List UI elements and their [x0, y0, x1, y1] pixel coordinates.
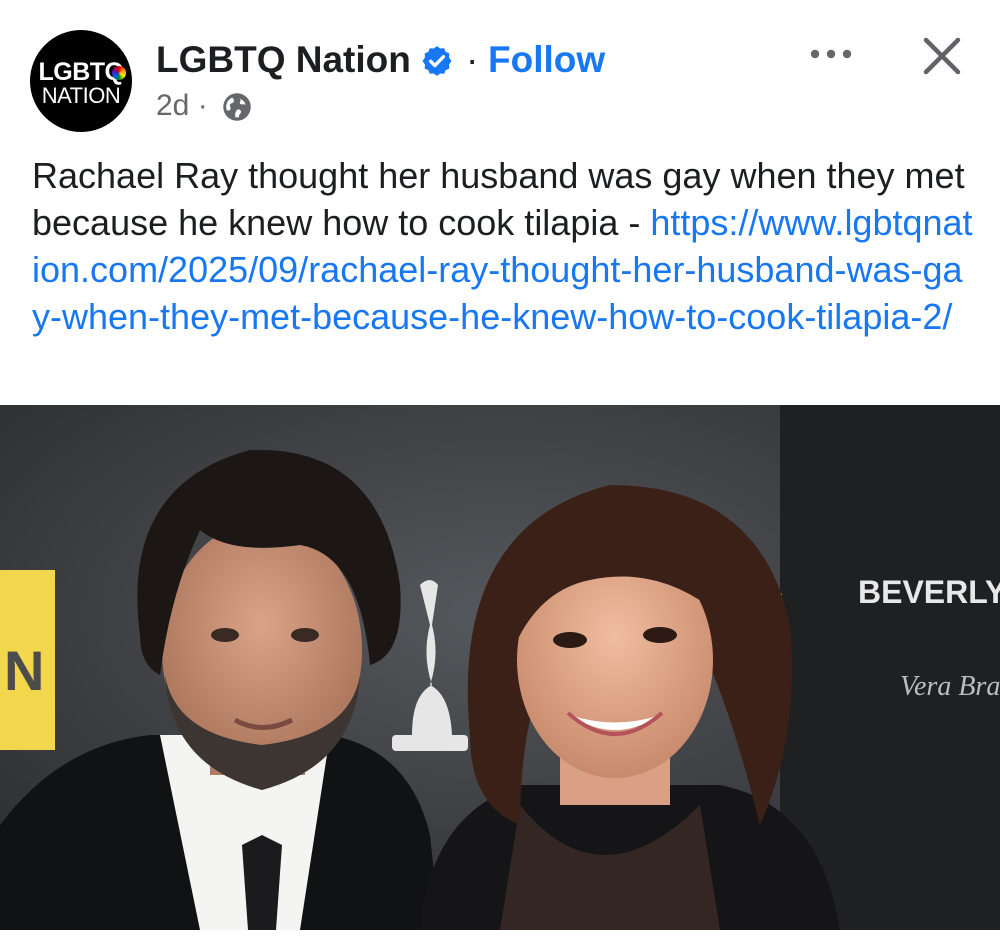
photo-illustration: N BEVERLY H Vera Bra	[0, 405, 1000, 930]
more-options-icon[interactable]	[808, 44, 854, 64]
close-icon[interactable]	[918, 32, 966, 80]
follow-separator: ·	[466, 39, 479, 80]
post-timestamp[interactable]: 2d ·	[156, 88, 208, 124]
avatar-logo-line2: NATION	[41, 83, 121, 108]
follow-button[interactable]: Follow	[488, 38, 605, 82]
page-name[interactable]: LGBTQ Nation	[156, 38, 411, 82]
backdrop-signature: Vera Bra	[900, 671, 1000, 702]
rainbow-logo-icon	[112, 66, 126, 80]
post-photo[interactable]: N BEVERLY H Vera Bra	[0, 405, 1000, 930]
page-avatar[interactable]: LGBTQ NATION	[30, 30, 132, 132]
backdrop-text: BEVERLY H	[858, 574, 1000, 610]
backdrop-left-text: N	[4, 639, 44, 702]
verified-badge-icon	[422, 46, 452, 76]
post-header: LGBTQ NATION LGBTQ Nation · Follow 2d ·	[0, 0, 1000, 140]
post-message: Rachael Ray thought her husband was gay …	[32, 152, 977, 340]
globe-icon	[223, 93, 251, 121]
